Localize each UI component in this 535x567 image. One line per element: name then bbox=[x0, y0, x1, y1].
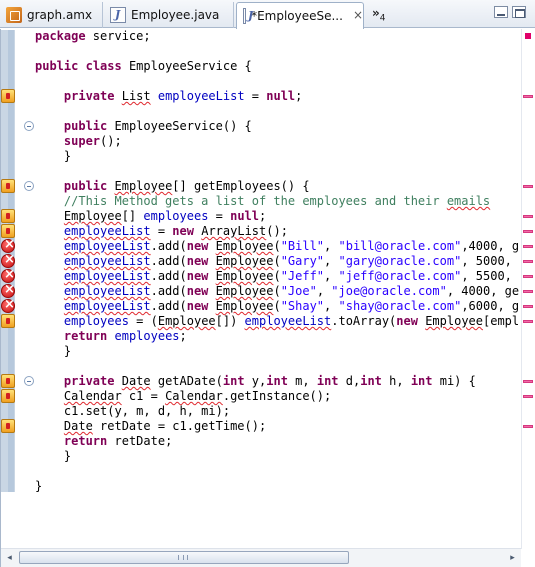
code-line: employeeList.add(new Employee("Bill", "b… bbox=[0, 237, 520, 254]
tab-employee-service-java[interactable]: *EmployeeSe... × bbox=[236, 2, 364, 29]
tab-employee-java[interactable]: Employee.java bbox=[104, 2, 234, 28]
ruler-marker[interactable] bbox=[523, 230, 533, 233]
quick-fix-warning-icon[interactable] bbox=[1, 419, 15, 433]
overview-ruler[interactable] bbox=[521, 29, 535, 549]
code-line: public Employee[] getEmployees() { bbox=[0, 179, 520, 194]
tab-graph-amx[interactable]: graph.amx bbox=[0, 2, 103, 28]
overflow-count: 4 bbox=[379, 13, 386, 24]
ruler-marker[interactable] bbox=[523, 380, 533, 383]
java-file-icon bbox=[243, 8, 253, 24]
quick-fix-warning-icon[interactable] bbox=[1, 389, 15, 403]
code-line: Date retDate = c1.getTime(); bbox=[0, 419, 520, 434]
code-lines[interactable]: package service; public class EmployeeSe… bbox=[0, 29, 520, 539]
code-line: public class EmployeeService { bbox=[35, 59, 252, 73]
ruler-marker[interactable] bbox=[523, 425, 533, 428]
fold-toggle-icon[interactable] bbox=[24, 121, 34, 131]
error-icon[interactable] bbox=[1, 297, 15, 313]
close-tab-icon[interactable]: × bbox=[353, 9, 363, 23]
grip-icon bbox=[178, 555, 188, 560]
code-line: return employees; bbox=[63, 329, 187, 343]
code-line: employeeList.add(new Employee("Jeff", "j… bbox=[0, 267, 520, 284]
code-line: Calendar c1 = Calendar.getInstance(); bbox=[0, 389, 520, 404]
ruler-marker[interactable] bbox=[523, 185, 533, 188]
code-line: //This Method gets a list of the employe… bbox=[63, 194, 491, 208]
error-icon[interactable] bbox=[1, 252, 15, 268]
scrollbar-thumb[interactable] bbox=[19, 551, 349, 564]
code-line: } bbox=[35, 479, 43, 493]
maximize-icon[interactable] bbox=[512, 6, 526, 18]
tab-overflow-button[interactable]: »4 bbox=[372, 6, 386, 23]
error-summary-icon[interactable] bbox=[525, 33, 531, 39]
ruler-marker[interactable] bbox=[523, 320, 533, 323]
ruler-marker[interactable] bbox=[523, 215, 533, 218]
code-line: employeeList.add(new Employee("Joe", "jo… bbox=[0, 282, 520, 299]
ruler-marker[interactable] bbox=[523, 260, 533, 263]
quick-fix-warning-icon[interactable] bbox=[1, 209, 15, 223]
amx-diagram-icon bbox=[6, 7, 22, 23]
error-icon[interactable] bbox=[1, 282, 15, 298]
scroll-right-icon[interactable]: ▸ bbox=[506, 552, 519, 565]
fold-toggle-icon[interactable] bbox=[24, 376, 34, 386]
editor-tab-bar: graph.amx Employee.java *EmployeeSe... ×… bbox=[0, 0, 535, 29]
tab-label: *EmployeeSe... bbox=[251, 9, 343, 23]
java-file-icon bbox=[110, 7, 126, 23]
quick-fix-warning-icon[interactable] bbox=[1, 89, 15, 103]
error-icon[interactable] bbox=[1, 237, 15, 253]
code-line: c1.set(y, m, d, h, mi); bbox=[63, 404, 231, 418]
code-line: } bbox=[63, 344, 72, 358]
code-line: Employee[] employees = null; bbox=[0, 209, 520, 224]
code-line: return retDate; bbox=[63, 434, 173, 448]
code-line: private List employeeList = null; bbox=[0, 89, 520, 104]
chevron-double-icon: » bbox=[372, 6, 380, 20]
code-line: employeeList.add(new Employee("Gary", "g… bbox=[0, 252, 520, 269]
quick-fix-warning-icon[interactable] bbox=[1, 314, 15, 328]
error-icon[interactable] bbox=[1, 267, 15, 283]
code-line: super(); bbox=[63, 134, 122, 148]
ruler-marker[interactable] bbox=[523, 395, 533, 398]
code-line: employeeList.add(new Employee("Shay", "s… bbox=[0, 297, 520, 314]
code-line: public EmployeeService() { bbox=[0, 119, 520, 134]
tab-label: graph.amx bbox=[27, 8, 93, 22]
code-line: package service; bbox=[35, 29, 151, 43]
horizontal-scrollbar[interactable]: ◂ ▸ bbox=[1, 548, 521, 567]
quick-fix-warning-icon[interactable] bbox=[1, 374, 15, 388]
ruler-marker[interactable] bbox=[523, 275, 533, 278]
tab-label: Employee.java bbox=[131, 8, 220, 22]
fold-toggle-icon[interactable] bbox=[24, 181, 34, 191]
code-line: employeeList = new ArrayList(); bbox=[0, 224, 520, 239]
code-line: private Date getADate(int y,int m, int d… bbox=[0, 374, 520, 389]
ruler-marker[interactable] bbox=[523, 245, 533, 248]
code-line: } bbox=[63, 449, 72, 463]
ruler-marker[interactable] bbox=[523, 95, 533, 98]
ruler-marker[interactable] bbox=[523, 305, 533, 308]
minimize-icon[interactable] bbox=[494, 6, 508, 18]
scroll-left-icon[interactable]: ◂ bbox=[3, 552, 16, 565]
quick-fix-warning-icon[interactable] bbox=[1, 179, 15, 193]
code-line: employees = (Employee[]) employeeList.to… bbox=[0, 314, 520, 329]
code-line: } bbox=[63, 149, 72, 163]
ruler-marker[interactable] bbox=[523, 290, 533, 293]
quick-fix-warning-icon[interactable] bbox=[1, 224, 15, 238]
